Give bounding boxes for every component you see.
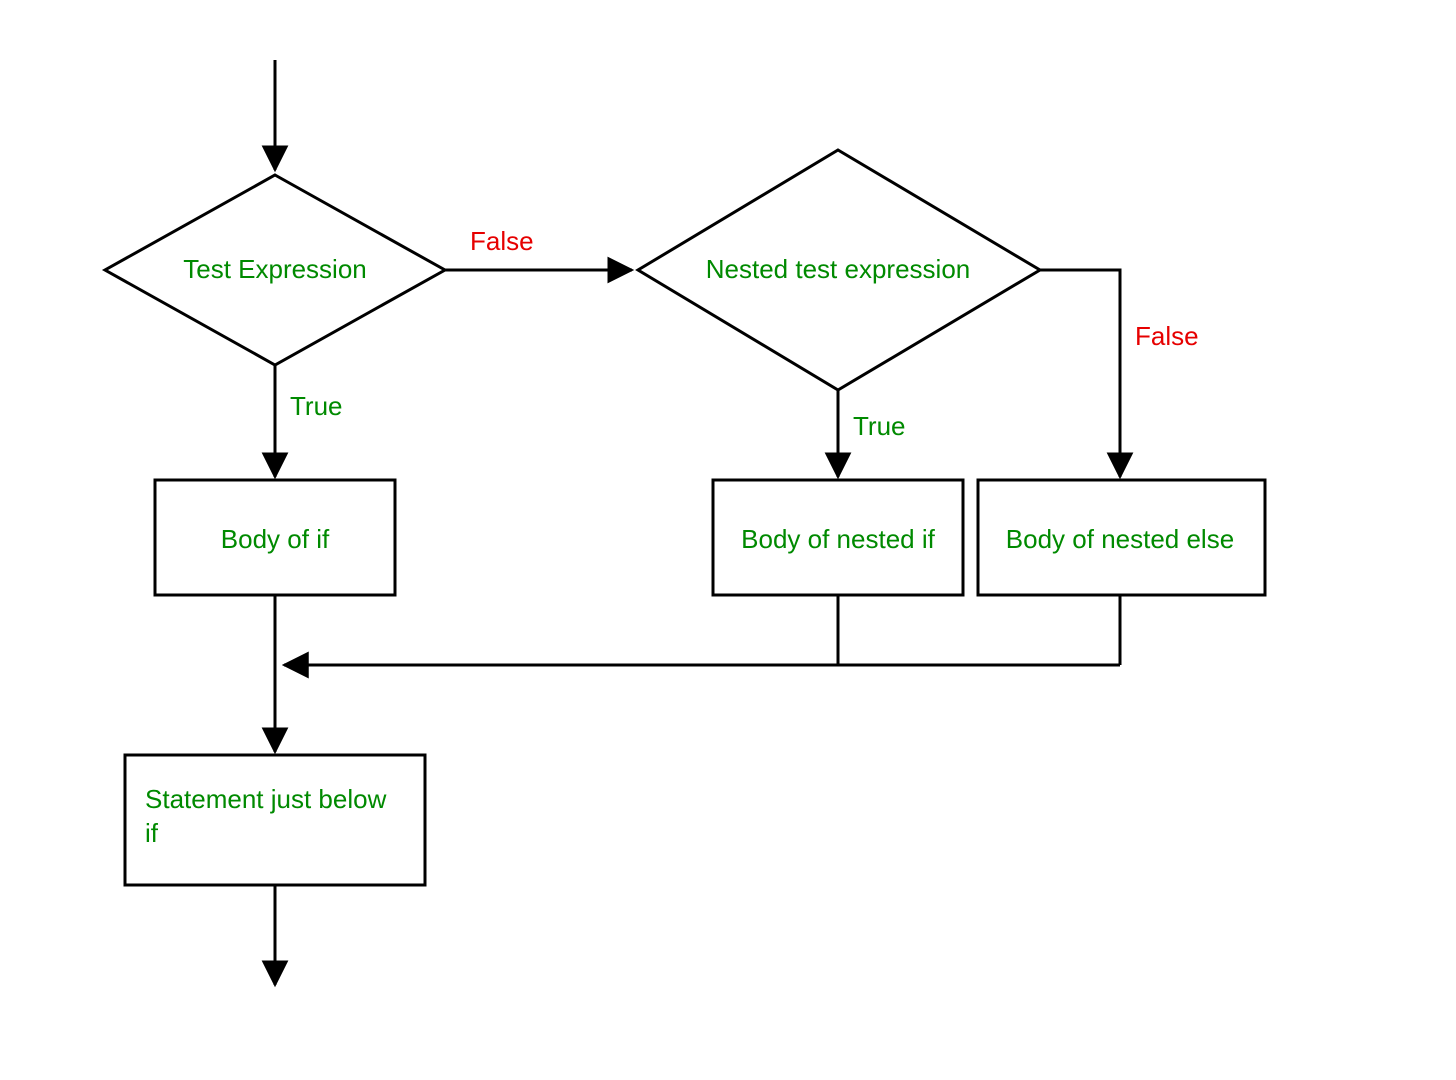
box-statement-just-below-if: Statement just below if (125, 755, 425, 885)
merge-connectors (275, 595, 1120, 665)
label-false-2: False (1135, 321, 1199, 351)
box-body-of-nested-if-label: Body of nested if (741, 524, 935, 554)
label-true-2: True (853, 411, 906, 441)
arrow-decision1-true: True (275, 365, 343, 477)
flowchart-svg: Test Expression False Nested test expres… (0, 0, 1456, 1080)
decision-test-expression: Test Expression (105, 175, 445, 365)
arrow-decision2-true: True (838, 390, 906, 477)
box-body-of-if-label: Body of if (221, 524, 330, 554)
label-true-1: True (290, 391, 343, 421)
box-statement-just-below-if-label-line2: if (145, 818, 159, 848)
decision-nested-test-expression: Nested test expression (638, 150, 1040, 390)
box-statement-just-below-if-label-line1: Statement just below (145, 784, 387, 814)
arrow-decision2-false: False (1040, 270, 1199, 477)
box-body-of-nested-else-label: Body of nested else (1006, 524, 1234, 554)
box-body-of-nested-else: Body of nested else (978, 480, 1265, 595)
label-false-1: False (470, 226, 534, 256)
arrow-decision1-false: False (445, 226, 632, 270)
box-body-of-if: Body of if (155, 480, 395, 595)
decision-nested-test-expression-label: Nested test expression (706, 254, 970, 284)
box-body-of-nested-if: Body of nested if (713, 480, 963, 595)
decision-test-expression-label: Test Expression (183, 254, 367, 284)
